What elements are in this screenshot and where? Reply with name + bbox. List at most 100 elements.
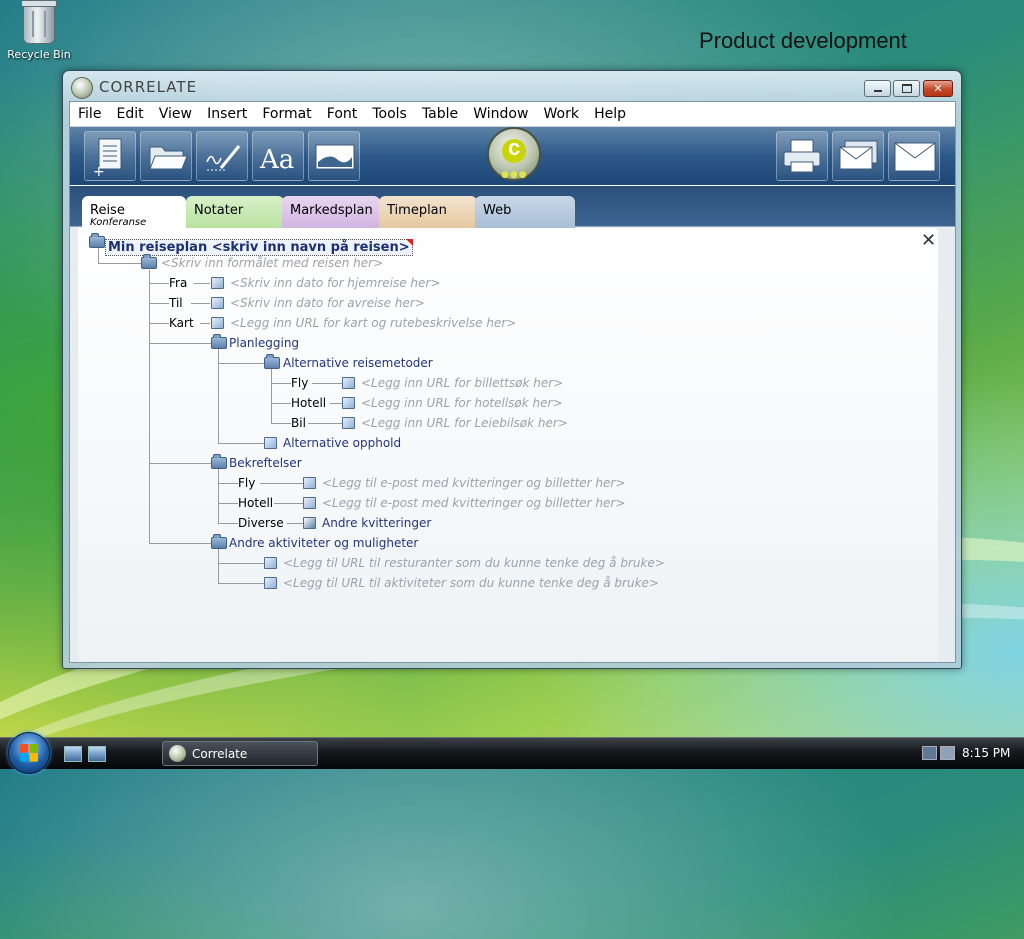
label-fra: Fra	[169, 276, 188, 290]
folder-icon	[264, 354, 280, 369]
mindmap-root[interactable]: Min reiseplan <skriv inn navn på reisen>	[105, 239, 413, 256]
note-icon	[342, 397, 355, 409]
clock[interactable]: 8:15 PM	[962, 746, 1010, 760]
toolbar: + Aa c ●●●	[70, 127, 955, 185]
switch-windows-icon[interactable]	[88, 746, 106, 762]
tab-web[interactable]: Web	[475, 196, 575, 228]
node-andre-aktiviteter[interactable]: Andre aktiviteter og muligheter	[229, 536, 418, 550]
taskbar-correlate-button[interactable]: Correlate	[162, 741, 318, 766]
recycle-bin-icon	[21, 0, 57, 44]
maximize-icon	[894, 84, 919, 93]
node-fra[interactable]: <Skriv inn dato for hjemreise her>	[230, 276, 440, 290]
open-folder-icon	[149, 146, 188, 170]
network-icon[interactable]	[922, 746, 937, 760]
volume-icon[interactable]	[940, 746, 955, 760]
multiple-mail-icon	[839, 140, 878, 170]
app-logo-icon	[71, 77, 93, 99]
label-b-fly: Fly	[238, 476, 256, 490]
mindmap-canvas[interactable]: ✕ Min reiseplan <skriv inn navn på reise…	[78, 228, 938, 662]
note-icon	[342, 377, 355, 389]
node-til[interactable]: <Skriv inn dato for avreise her>	[230, 296, 425, 310]
menu-tools[interactable]: Tools	[364, 102, 407, 126]
signature-button[interactable]	[196, 131, 248, 181]
taskbar: Correlate 8:15 PM	[0, 732, 1024, 774]
node-bekreftelser[interactable]: Bekreftelser	[229, 456, 302, 470]
menu-edit[interactable]: Edit	[109, 102, 144, 126]
menu-insert[interactable]: Insert	[199, 102, 247, 126]
node-fly[interactable]: <Legg inn URL for billettsøk her>	[361, 376, 563, 390]
menu-work[interactable]: Work	[536, 102, 579, 126]
correlate-window: CORRELATE ✕ File Edit View Insert Format…	[62, 70, 962, 669]
node-andre-kvitteringer[interactable]: Andre kvitteringer	[322, 516, 431, 530]
tab-label: Reise	[90, 203, 125, 218]
node-aktiv-2[interactable]: <Legg til URL til aktiviteter som du kun…	[283, 576, 659, 590]
node-kart[interactable]: <Legg inn URL for kart og rutebeskrivels…	[230, 316, 516, 330]
font-icon: Aa	[259, 145, 294, 175]
menu-help[interactable]: Help	[586, 102, 626, 126]
menu-view[interactable]: View	[151, 102, 192, 126]
folder-icon	[89, 233, 105, 248]
node-b-hotell[interactable]: <Legg til e-post med kvitteringer og bil…	[322, 496, 625, 510]
mail-icon	[894, 142, 936, 172]
menu-table[interactable]: Table	[414, 102, 458, 126]
recycle-bin-shortcut[interactable]: Recycle Bin	[6, 0, 72, 61]
svg-text:Aa: Aa	[259, 145, 294, 175]
close-button[interactable]: ✕	[923, 80, 953, 97]
label-diverse: Diverse	[238, 516, 284, 530]
node-alt-opphold[interactable]: Alternative opphold	[283, 436, 401, 450]
close-icon: ✕	[933, 82, 943, 95]
tab-notater[interactable]: Notater	[186, 196, 284, 228]
open-folder-button[interactable]	[140, 131, 192, 181]
send-multiple-button[interactable]	[832, 131, 884, 181]
tab-label: Timeplan	[387, 203, 447, 218]
note-icon	[303, 477, 316, 489]
attachment-icon	[303, 517, 316, 529]
node-alt-reisemetoder[interactable]: Alternative reisemetoder	[283, 356, 433, 370]
folder-icon	[141, 254, 157, 269]
svg-text:+: +	[93, 164, 105, 180]
maximize-button[interactable]	[893, 80, 920, 97]
correlate-app-icon	[169, 745, 186, 762]
title-bar[interactable]: CORRELATE ✕	[63, 71, 961, 103]
new-document-button[interactable]: +	[84, 131, 136, 181]
note-icon	[342, 417, 355, 429]
label-bil: Bil	[291, 416, 306, 430]
node-aktiv-1[interactable]: <Legg til URL til resturanter som du kun…	[283, 556, 665, 570]
node-bil[interactable]: <Legg inn URL for Leiebilsøk her>	[361, 416, 568, 430]
note-icon	[264, 437, 277, 449]
label-fly: Fly	[291, 376, 309, 390]
label-hotell: Hotell	[291, 396, 327, 410]
folder-icon	[211, 454, 227, 469]
menu-file[interactable]: File	[70, 102, 101, 126]
node-hotell[interactable]: <Legg inn URL for hotellsøk her>	[361, 396, 563, 410]
printer-icon	[783, 139, 821, 173]
minimize-button[interactable]	[864, 80, 891, 97]
menu-bar: File Edit View Insert Format Font Tools …	[70, 102, 955, 127]
node-b-fly[interactable]: <Legg til e-post med kvitteringer og bil…	[322, 476, 625, 490]
note-icon	[211, 297, 224, 309]
pen-signature-icon	[206, 145, 241, 171]
tab-area: Reise Konferanse Notater Markedsplan Tim…	[70, 186, 955, 662]
show-desktop-icon[interactable]	[64, 746, 82, 762]
label-til: Til	[169, 296, 183, 310]
note-icon	[211, 277, 224, 289]
new-document-icon: +	[93, 138, 122, 180]
image-icon	[315, 144, 355, 170]
menu-font[interactable]: Font	[319, 102, 357, 126]
close-tab-icon[interactable]: ✕	[921, 230, 936, 251]
minimize-icon	[865, 90, 890, 92]
image-button[interactable]	[308, 131, 360, 181]
node-planlegging[interactable]: Planlegging	[229, 336, 299, 350]
tab-timeplan[interactable]: Timeplan	[379, 196, 477, 228]
print-button[interactable]	[776, 131, 828, 181]
tab-label: Markedsplan	[290, 203, 373, 218]
tab-markedsplan[interactable]: Markedsplan	[282, 196, 380, 228]
font-button[interactable]: Aa	[252, 131, 304, 181]
send-mail-button[interactable]	[888, 131, 940, 181]
menu-window[interactable]: Window	[465, 102, 528, 126]
note-icon	[264, 557, 277, 569]
menu-format[interactable]: Format	[254, 102, 311, 126]
logo-dots: ●●●	[501, 170, 528, 180]
node-purpose[interactable]: <Skriv inn formålet med reisen her>	[161, 256, 383, 270]
tab-reise[interactable]: Reise Konferanse	[82, 196, 186, 230]
